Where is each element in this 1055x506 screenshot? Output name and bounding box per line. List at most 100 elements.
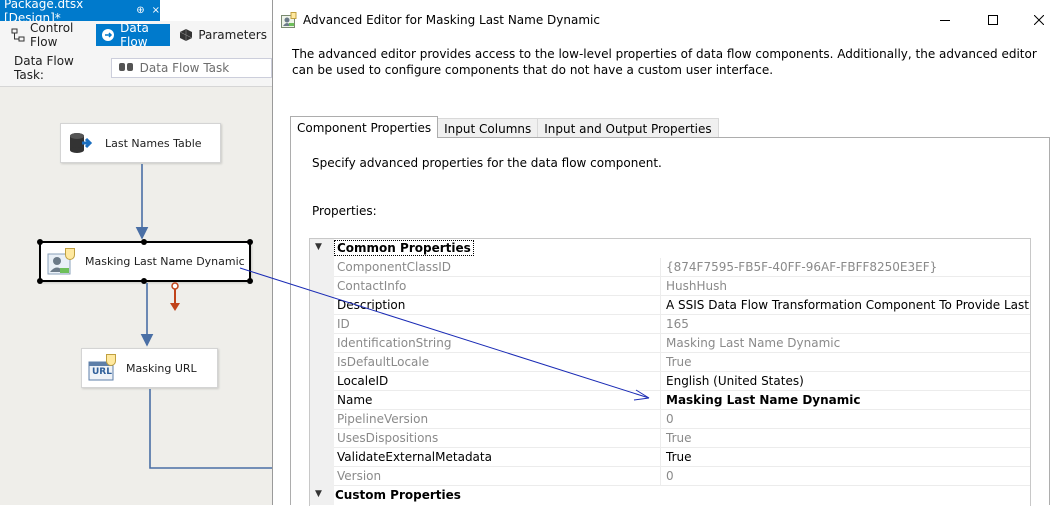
column-divider	[660, 410, 661, 429]
property-value: 165	[666, 317, 689, 331]
property-row[interactable]: Version 0	[310, 467, 1030, 486]
property-row[interactable]: Name Masking Last Name Dynamic	[310, 391, 1030, 410]
advanced-editor-dialog: Advanced Editor for Masking Last Name Dy…	[272, 0, 1055, 506]
grid-gutter	[310, 239, 334, 258]
property-value[interactable]: A SSIS Data Flow Transformation Componen…	[666, 298, 1030, 312]
property-name: IsDefaultLocale	[337, 355, 430, 369]
tab-data-flow[interactable]: Data Flow	[96, 21, 171, 49]
tab-input-output-properties[interactable]: Input and Output Properties	[537, 118, 719, 138]
property-grid[interactable]: ▼ Common Properties ComponentClassID {87…	[309, 238, 1031, 506]
property-name: ContactInfo	[337, 279, 407, 293]
column-divider	[660, 448, 661, 467]
tab-component-properties[interactable]: Component Properties	[290, 116, 439, 138]
node-last-names-table-label: Last Names Table	[105, 136, 202, 150]
grid-gutter	[310, 296, 334, 315]
category-custom-properties[interactable]: ▼ Custom Properties	[310, 486, 1030, 505]
property-row[interactable]: IdentificationString Masking Last Name D…	[310, 334, 1030, 353]
property-row[interactable]: ID 165	[310, 315, 1030, 334]
property-row[interactable]: PipelineVersion 0	[310, 410, 1030, 429]
grid-gutter	[310, 391, 334, 410]
property-value[interactable]: True	[666, 450, 692, 464]
property-name: Version	[337, 469, 382, 483]
column-divider	[660, 429, 661, 448]
properties-label: Properties:	[312, 204, 377, 218]
node-masking-last-name-dynamic[interactable]: Masking Last Name Dynamic	[37, 239, 253, 284]
tab-parameters[interactable]: Parameters	[174, 24, 272, 46]
property-name: UsesDispositions	[337, 431, 439, 445]
property-row[interactable]: IsDefaultLocale True	[310, 353, 1030, 372]
tab-input-columns-label: Input Columns	[444, 121, 532, 136]
dialog-titlebar[interactable]: Advanced Editor for Masking Last Name Dy…	[273, 0, 1055, 40]
collapse-icon[interactable]: ▼	[315, 489, 322, 499]
tab-data-flow-label: Data Flow	[120, 21, 149, 49]
column-divider	[660, 296, 661, 315]
property-name: ID	[337, 317, 350, 331]
property-value: Masking Last Name Dynamic	[666, 336, 841, 350]
property-row[interactable]: UsesDispositions True	[310, 429, 1030, 448]
property-value: True	[666, 431, 692, 445]
grid-gutter	[310, 486, 334, 505]
selection-handle[interactable]	[247, 278, 253, 284]
grid-gutter	[310, 277, 334, 296]
column-divider	[660, 315, 661, 334]
dialog-title: Advanced Editor for Masking Last Name Dy…	[303, 13, 600, 27]
tab-control-flow-label: Control Flow	[30, 21, 74, 49]
selection-handle[interactable]	[247, 239, 253, 245]
grid-gutter	[310, 467, 334, 486]
node-last-names-table[interactable]: Last Names Table	[60, 123, 221, 163]
property-name: PipelineVersion	[337, 412, 429, 426]
property-name: ComponentClassID	[337, 260, 452, 274]
column-divider	[660, 258, 661, 277]
category-common-properties[interactable]: ▼ Common Properties	[310, 239, 1030, 258]
tab-input-columns[interactable]: Input Columns	[437, 118, 539, 138]
tab-input-output-properties-label: Input and Output Properties	[544, 121, 712, 136]
column-divider	[660, 334, 661, 353]
tab-parameters-label: Parameters	[198, 28, 267, 42]
advanced-editor-icon	[281, 12, 297, 28]
tab-component-properties-label: Component Properties	[297, 120, 432, 135]
property-row[interactable]: Description A SSIS Data Flow Transformat…	[310, 296, 1030, 315]
pin-icon[interactable]: ⊕	[136, 5, 144, 16]
close-icon[interactable]: ×	[152, 5, 160, 16]
grid-gutter	[310, 448, 334, 467]
column-divider	[660, 391, 661, 410]
grid-gutter	[310, 429, 334, 448]
selection-handle[interactable]	[37, 278, 43, 284]
maximize-button[interactable]	[981, 10, 1005, 30]
grid-gutter	[310, 334, 334, 353]
grid-gutter	[310, 353, 334, 372]
property-value[interactable]: English (United States)	[666, 374, 804, 388]
property-value[interactable]: Masking Last Name Dynamic	[666, 393, 861, 407]
property-row[interactable]: ValidateExternalMetadata True	[310, 448, 1030, 467]
control-flow-icon	[11, 28, 25, 42]
collapse-icon[interactable]: ▼	[315, 242, 322, 252]
property-name: IdentificationString	[337, 336, 452, 350]
designer-tab-strip: Control Flow Data Flow Parameters	[0, 21, 272, 49]
selection-handle[interactable]	[37, 239, 43, 245]
database-source-icon	[67, 129, 95, 157]
property-row[interactable]: LocaleID English (United States)	[310, 372, 1030, 391]
property-name: ValidateExternalMetadata	[337, 450, 492, 464]
masking-transform-icon	[47, 247, 75, 276]
data-flow-task-select[interactable]: Data Flow Task	[110, 58, 272, 78]
property-value: {874F7595-FB5F-40FF-96AF-FBFF8250E3EF}	[666, 260, 938, 274]
selection-handle[interactable]	[141, 278, 147, 284]
property-name: LocaleID	[337, 374, 389, 388]
node-masking-url-label: Masking URL	[126, 361, 197, 375]
property-name: Name	[337, 393, 373, 407]
property-row[interactable]: ComponentClassID {874F7595-FB5F-40FF-96A…	[310, 258, 1030, 277]
property-row[interactable]: ContactInfo HushHush	[310, 277, 1030, 296]
url-transform-icon: URL	[88, 354, 116, 382]
minimize-button[interactable]	[933, 10, 957, 30]
node-masking-url[interactable]: URL Masking URL	[81, 348, 218, 388]
shield-icon	[65, 247, 75, 260]
data-flow-task-value: Data Flow Task	[139, 61, 230, 75]
selection-handle[interactable]	[141, 239, 147, 245]
column-divider	[660, 277, 661, 296]
property-name: Description	[337, 298, 406, 312]
document-tab[interactable]: Package.dtsx [Design]* ⊕ ×	[0, 0, 160, 25]
close-button[interactable]	[1027, 10, 1051, 30]
category-custom-properties-label: Custom Properties	[335, 488, 461, 502]
grid-gutter	[310, 410, 334, 429]
tab-control-flow[interactable]: Control Flow	[6, 21, 92, 49]
